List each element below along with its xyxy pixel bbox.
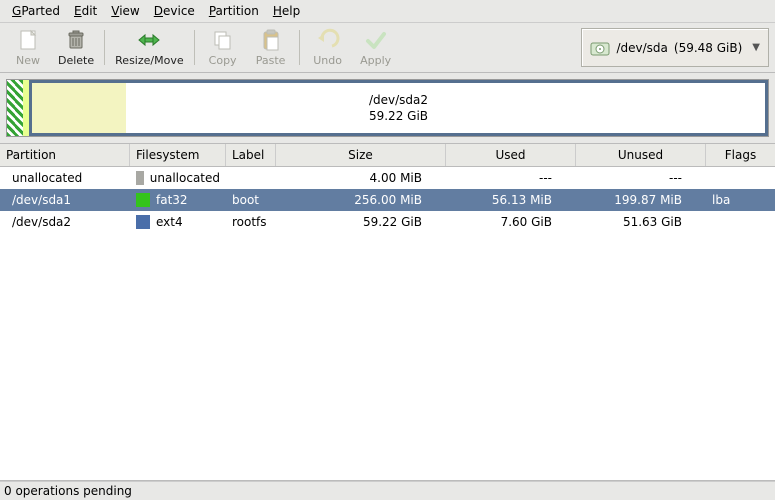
table-row[interactable]: unallocated unallocated 4.00 MiB --- ---: [0, 167, 775, 189]
menu-partition[interactable]: Partition: [203, 2, 265, 20]
partition-graph: /dev/sda2 59.22 GiB: [0, 73, 775, 143]
delete-button[interactable]: Delete: [52, 26, 100, 69]
device-selector[interactable]: /dev/sda (59.48 GiB) ▼: [581, 28, 769, 67]
col-size[interactable]: Size: [276, 144, 446, 166]
device-name: /dev/sda: [616, 41, 667, 55]
copy-button[interactable]: Copy: [199, 26, 247, 69]
col-flags[interactable]: Flags: [706, 144, 775, 166]
menu-device[interactable]: Device: [148, 2, 201, 20]
toolbar: New Delete Resize/Move Copy: [0, 23, 775, 73]
undo-icon: [316, 28, 340, 52]
menu-gparted[interactable]: GParted: [6, 2, 66, 20]
device-size: (59.48 GiB): [674, 41, 742, 55]
copy-icon: [211, 28, 235, 52]
new-icon: [16, 28, 40, 52]
col-label[interactable]: Label: [226, 144, 276, 166]
apply-button[interactable]: Apply: [352, 26, 400, 69]
paste-icon: [259, 28, 283, 52]
menu-edit[interactable]: Edit: [68, 2, 103, 20]
col-partition[interactable]: Partition: [0, 144, 130, 166]
graph-handle-left[interactable]: [7, 80, 15, 136]
apply-icon: [364, 28, 388, 52]
resize-icon: [135, 28, 163, 52]
graph-partition-sda2[interactable]: /dev/sda2 59.22 GiB: [29, 80, 768, 136]
drive-icon: [590, 39, 610, 57]
graph-caption: /dev/sda2 59.22 GiB: [369, 92, 428, 124]
graph-used-region: [32, 83, 126, 133]
menu-bar: GParted Edit View Device Partition Help: [0, 0, 775, 23]
paste-button[interactable]: Paste: [247, 26, 295, 69]
fs-swatch: [136, 171, 144, 185]
menu-help[interactable]: Help: [267, 2, 306, 20]
chevron-down-icon: ▼: [752, 42, 760, 53]
status-bar: 0 operations pending: [0, 481, 775, 500]
col-used[interactable]: Used: [446, 144, 576, 166]
col-unused[interactable]: Unused: [576, 144, 706, 166]
partition-table: unallocated unallocated 4.00 MiB --- ---…: [0, 167, 775, 481]
undo-button[interactable]: Undo: [304, 26, 352, 69]
trash-icon: [64, 28, 88, 52]
fs-swatch: [136, 215, 150, 229]
col-filesystem[interactable]: Filesystem: [130, 144, 226, 166]
table-header: Partition Filesystem Label Size Used Unu…: [0, 143, 775, 167]
fs-swatch: [136, 193, 150, 207]
table-row[interactable]: /dev/sda2 ext4 rootfs 59.22 GiB 7.60 GiB…: [0, 211, 775, 233]
table-row[interactable]: /dev/sda1 fat32 boot 256.00 MiB 56.13 Mi…: [0, 189, 775, 211]
menu-view[interactable]: View: [105, 2, 145, 20]
new-button[interactable]: New: [4, 26, 52, 69]
resize-move-button[interactable]: Resize/Move: [109, 26, 189, 69]
graph-handle-left-2[interactable]: [15, 80, 23, 136]
